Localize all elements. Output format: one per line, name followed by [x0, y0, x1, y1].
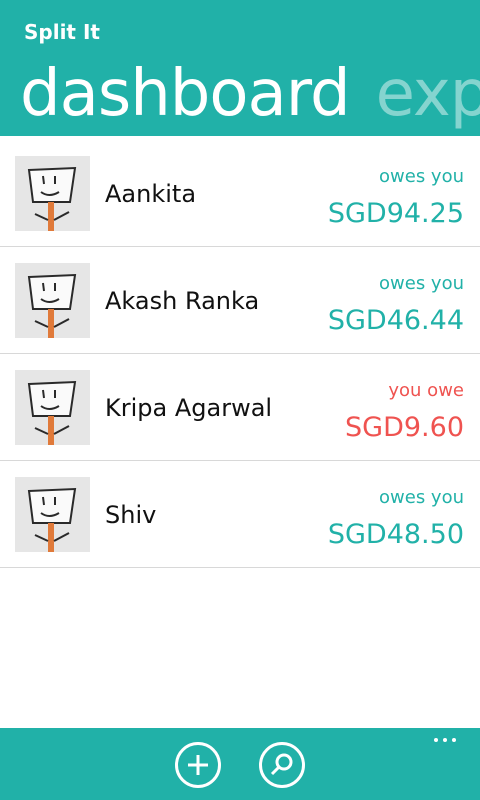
pivot-header: dashboard exp — [20, 52, 480, 136]
list-item[interactable]: Kripa Agarwal you owe SGD9.60 — [0, 354, 480, 461]
balance-status: owes you — [379, 487, 464, 508]
balance-status: you owe — [388, 380, 464, 401]
pivot-dashboard[interactable]: dashboard — [20, 52, 351, 136]
list-item[interactable]: Akash Ranka owes you SGD46.44 — [0, 247, 480, 354]
avatar — [15, 370, 90, 445]
avatar-sketch-icon — [15, 370, 90, 445]
balance-amount: SGD46.44 — [327, 305, 464, 336]
person-name: Aankita — [105, 180, 197, 208]
list-item[interactable]: Shiv owes you SGD48.50 — [0, 461, 480, 568]
person-name: Shiv — [105, 501, 157, 529]
balance-status: owes you — [379, 166, 464, 187]
more-dot — [434, 738, 438, 742]
balance-status: owes you — [379, 273, 464, 294]
person-name: Kripa Agarwal — [105, 394, 273, 422]
header: Split It dashboard exp — [0, 0, 480, 136]
add-icon — [188, 755, 208, 775]
balance-amount: SGD48.50 — [327, 519, 464, 550]
search-icon — [270, 753, 293, 776]
add-button[interactable] — [175, 742, 221, 788]
more-icon[interactable] — [434, 738, 456, 742]
avatar-sketch-icon — [15, 477, 90, 552]
balance-amount: SGD9.60 — [345, 412, 464, 443]
avatar — [15, 477, 90, 552]
app-title: Split It — [24, 20, 100, 44]
app-bar — [0, 728, 480, 800]
more-dot — [452, 738, 456, 742]
avatar — [15, 156, 90, 231]
avatar-sketch-icon — [15, 263, 90, 338]
search-button[interactable] — [259, 742, 305, 788]
pivot-expenses[interactable]: exp — [376, 52, 480, 136]
app-root: Split It dashboard exp Aankita owes you … — [0, 0, 480, 800]
list-item[interactable]: Aankita owes you SGD94.25 — [0, 140, 480, 247]
avatar-sketch-icon — [15, 156, 90, 231]
balance-amount: SGD94.25 — [327, 198, 464, 229]
avatar — [15, 263, 90, 338]
more-dot — [443, 738, 447, 742]
balance-list: Aankita owes you SGD94.25 Akash Ranka ow… — [0, 140, 480, 568]
person-name: Akash Ranka — [105, 287, 260, 315]
